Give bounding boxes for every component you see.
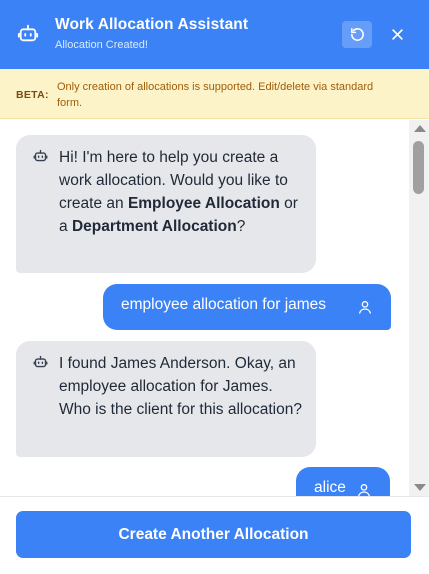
scrollbar[interactable] bbox=[409, 120, 429, 496]
beta-label: BETA: bbox=[16, 89, 49, 101]
scrollbar-thumb[interactable] bbox=[413, 141, 424, 194]
bot-message: Hi! I'm here to help you create a work a… bbox=[16, 135, 316, 273]
close-button[interactable] bbox=[384, 21, 410, 48]
scroll-up-arrow[interactable] bbox=[414, 125, 426, 132]
create-another-allocation-button[interactable]: Create Another Allocation bbox=[16, 511, 411, 558]
robot-icon bbox=[33, 149, 48, 162]
refresh-icon bbox=[350, 28, 364, 41]
user-message: alice bbox=[296, 467, 390, 496]
header-subtitle: Allocation Created! bbox=[55, 39, 148, 51]
user-message-text: employee allocation for james bbox=[121, 296, 327, 313]
chat-messages[interactable]: Hi! I'm here to help you create a work a… bbox=[0, 120, 429, 496]
robot-icon bbox=[33, 355, 48, 368]
user-message-text: alice bbox=[314, 479, 346, 496]
beta-notice: BETA: Only creation of allocations is su… bbox=[0, 69, 429, 119]
bot-message-text: Hi! I'm here to help you create a work a… bbox=[59, 149, 298, 235]
chat-footer: Create Another Allocation bbox=[0, 496, 429, 574]
bot-message-text: I found James Anderson. Okay, an employe… bbox=[59, 355, 302, 418]
header-title: Work Allocation Assistant bbox=[55, 16, 249, 33]
refresh-button[interactable] bbox=[342, 21, 372, 48]
user-icon bbox=[359, 301, 371, 314]
beta-text: Only creation of allocations is supporte… bbox=[57, 81, 374, 109]
robot-icon bbox=[17, 24, 39, 42]
user-message: employee allocation for james bbox=[103, 284, 391, 330]
chat-header: Work Allocation Assistant Allocation Cre… bbox=[0, 0, 429, 69]
close-icon bbox=[391, 29, 403, 40]
scroll-down-arrow[interactable] bbox=[414, 484, 426, 491]
bot-message: I found James Anderson. Okay, an employe… bbox=[16, 341, 316, 457]
user-icon bbox=[358, 484, 370, 496]
